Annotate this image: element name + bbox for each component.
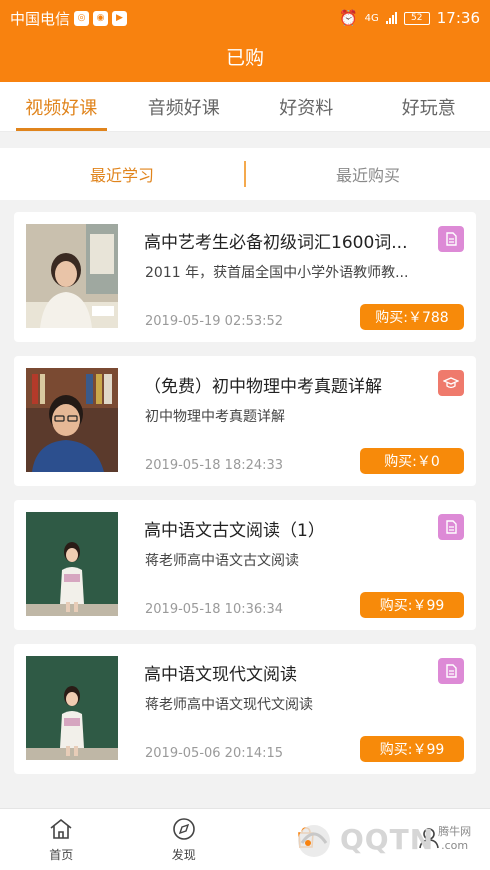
course-title: 高中语文古文阅读（1） — [144, 521, 325, 541]
course-description: 初中物理中考真题详解 — [145, 409, 285, 425]
home-icon — [50, 818, 72, 839]
status-bar: 中国电信 ◎ ◉ ▶ ⏰ 4G 52 17:36 — [0, 0, 490, 36]
course-thumbnail — [26, 368, 118, 472]
document-icon — [438, 226, 464, 252]
purchase-date: 2019-05-06 20:14:15 — [145, 746, 284, 761]
course-description: 蒋老师高中语文现代文阅读 — [145, 697, 313, 713]
nav-home[interactable]: 首页 — [0, 809, 123, 870]
notification-app-icon: ◎ — [74, 10, 90, 26]
watermark-logo-icon — [298, 825, 330, 857]
tab-fun-items[interactable]: 好玩意 — [368, 82, 490, 131]
course-thumbnail — [26, 512, 118, 616]
course-thumbnail — [26, 224, 118, 328]
course-thumbnail — [26, 656, 118, 760]
nav-home-label: 首页 — [49, 848, 74, 862]
course-description: 2011 年，获首届全国中小学外语教师教... — [145, 265, 409, 281]
price-button[interactable]: 购买:￥99 — [360, 736, 464, 762]
purchase-card[interactable]: 高中语文古文阅读（1） 蒋老师高中语文古文阅读 2019-05-18 10:36… — [14, 500, 476, 630]
signal-icon — [385, 12, 397, 24]
purchase-card[interactable]: （免费）初中物理中考真题详解 初中物理中考真题详解 2019-05-18 18:… — [14, 356, 476, 486]
watermark-site-name: 腾牛网 — [438, 825, 472, 839]
carrier-name: 中国电信 — [10, 9, 71, 28]
purchase-date: 2019-05-18 18:24:33 — [145, 458, 284, 473]
watermark-text: QQTN — [340, 822, 435, 856]
course-title: 高中艺考生必备初级词汇1600词... — [144, 233, 408, 253]
purchase-card[interactable]: 高中艺考生必备初级词汇1600词... 2011 年，获首届全国中小学外语教师教… — [14, 212, 476, 342]
tab-materials[interactable]: 好资料 — [245, 82, 368, 131]
watermark-site: 腾牛网 .com — [438, 825, 471, 853]
status-right: ⏰ 4G 52 17:36 — [339, 9, 480, 27]
tab-audio-courses[interactable]: 音频好课 — [123, 82, 246, 131]
category-tabs: 视频好课 音频好课 好资料 好玩意 — [0, 82, 490, 132]
discover-icon — [172, 818, 195, 840]
price-button[interactable]: 购买:￥0 — [360, 448, 464, 474]
graduation-cap-icon — [438, 370, 464, 396]
page-title: 已购 — [225, 46, 264, 69]
document-icon — [438, 658, 464, 684]
purchase-date: 2019-05-19 02:53:52 — [145, 314, 284, 329]
course-title: （免费）初中物理中考真题详解 — [144, 377, 382, 397]
battery-icon: 52 — [403, 11, 430, 25]
course-description: 蒋老师高中语文古文阅读 — [145, 553, 299, 569]
nav-discover-label: 发现 — [171, 848, 196, 862]
alarm-icon: ⏰ — [338, 9, 358, 27]
sort-subtabs: 最近学习 最近购买 — [0, 148, 490, 200]
play-notification-icon: ▶ — [112, 10, 128, 26]
price-button[interactable]: 购买:￥788 — [360, 304, 464, 330]
battery-level: 52 — [411, 12, 423, 23]
site-watermark: QQTN 腾牛网 .com — [292, 810, 488, 868]
purchase-date: 2019-05-18 10:36:34 — [145, 602, 284, 617]
clock: 17:36 — [436, 9, 480, 27]
document-icon — [438, 514, 464, 540]
app-header: 中国电信 ◎ ◉ ▶ ⏰ 4G 52 17:36 已购 — [0, 0, 490, 82]
course-title: 高中语文现代文阅读 — [144, 665, 297, 685]
notification-app-icon: ◉ — [93, 10, 109, 26]
subtab-recent-study[interactable]: 最近学习 — [0, 162, 244, 186]
nav-discover[interactable]: 发现 — [123, 809, 246, 870]
price-button[interactable]: 购买:￥99 — [360, 592, 464, 618]
purchase-card[interactable]: 高中语文现代文阅读 蒋老师高中语文现代文阅读 2019-05-06 20:14:… — [14, 644, 476, 774]
tab-video-courses[interactable]: 视频好课 — [0, 82, 123, 131]
watermark-domain: .com — [441, 839, 469, 852]
subtab-recent-purchase[interactable]: 最近购买 — [246, 162, 490, 186]
status-left: 中国电信 ◎ ◉ ▶ — [10, 8, 128, 29]
network-type: 4G — [364, 12, 379, 24]
